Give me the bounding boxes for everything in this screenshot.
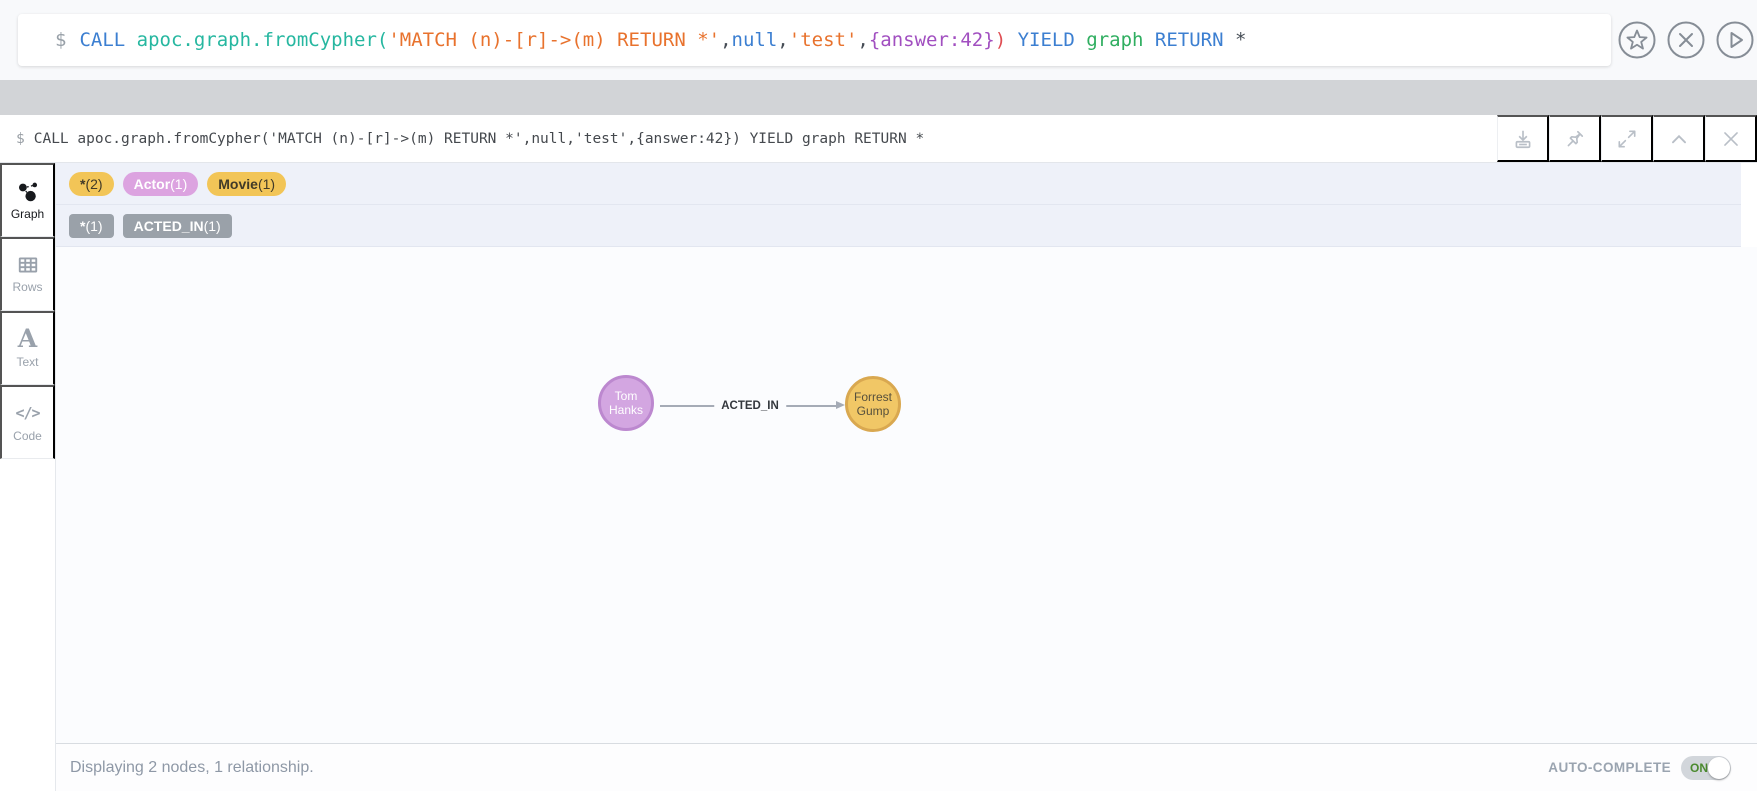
editor-query: CALL apoc.graph.fromCypher('MATCH (n)-[r… bbox=[79, 29, 1246, 51]
node-label-pill[interactable]: Actor(1) bbox=[123, 172, 199, 196]
star-icon bbox=[1617, 20, 1657, 60]
graph-view: *(2) Actor(1) Movie(1) *(1) ACTED_IN(1) ACT… bbox=[56, 163, 1757, 791]
download-icon bbox=[1512, 128, 1534, 150]
graph-canvas[interactable]: ACTED_IN Tom Hanks Forrest Gump bbox=[56, 247, 1757, 743]
code-token: null bbox=[732, 29, 778, 51]
expand-icon bbox=[1616, 128, 1638, 150]
graph-icon bbox=[16, 181, 39, 202]
tab-label: Graph bbox=[11, 207, 44, 221]
close-frame-button[interactable] bbox=[1705, 115, 1757, 162]
result-summary: Displaying 2 nodes, 1 relationship. bbox=[70, 759, 314, 777]
code-token: YIELD bbox=[1018, 29, 1075, 51]
node-caption-line: Gump bbox=[857, 404, 890, 418]
relationship-arrowhead bbox=[836, 401, 845, 409]
play-icon bbox=[1715, 20, 1755, 60]
code-token bbox=[1075, 29, 1086, 51]
node-label-pill[interactable]: Movie(1) bbox=[207, 172, 286, 196]
auto-complete-label: AUTO-COMPLETE bbox=[1548, 760, 1671, 775]
code-token: , bbox=[720, 29, 731, 51]
pin-button[interactable] bbox=[1549, 115, 1601, 162]
frame-query-text[interactable]: CALL apoc.graph.fromCypher('MATCH (n)-[r… bbox=[34, 131, 924, 147]
toggle-state-text: ON bbox=[1690, 761, 1708, 775]
rows-icon bbox=[17, 255, 39, 275]
toggle-knob bbox=[1708, 757, 1730, 779]
node-caption-line: Tom bbox=[615, 389, 638, 403]
tab-label: Code bbox=[13, 429, 42, 443]
run-query-button[interactable] bbox=[1715, 20, 1755, 60]
auto-complete-control: AUTO-COMPLETE ON bbox=[1548, 756, 1731, 780]
result-frame: $ CALL apoc.graph.fromCypher('MATCH (n)-… bbox=[0, 115, 1757, 791]
code-token: RETURN bbox=[1155, 29, 1224, 51]
collapse-button[interactable] bbox=[1653, 115, 1705, 162]
node-caption-line: Hanks bbox=[609, 403, 643, 417]
editor-prompt: $ bbox=[55, 29, 66, 51]
editor-actions bbox=[1617, 20, 1755, 60]
top-section: $ CALL apoc.graph.fromCypher('MATCH (n)-… bbox=[0, 0, 1757, 115]
view-sidebar: Graph Rows A Text </> Code bbox=[0, 163, 56, 791]
code-token: apoc.graph.fromCypher bbox=[137, 29, 377, 51]
close-circle-icon bbox=[1666, 20, 1706, 60]
graph-node-tom-hanks[interactable]: Tom Hanks bbox=[598, 375, 654, 431]
tab-rows[interactable]: Rows bbox=[0, 237, 55, 311]
code-token bbox=[1006, 29, 1017, 51]
code-token: {answer:42} bbox=[869, 29, 995, 51]
code-token: , bbox=[857, 29, 868, 51]
cypher-editor-input[interactable]: $ CALL apoc.graph.fromCypher('MATCH (n)-… bbox=[18, 14, 1611, 66]
fullscreen-button[interactable] bbox=[1601, 115, 1653, 162]
status-bar: Displaying 2 nodes, 1 relationship. AUTO… bbox=[56, 743, 1757, 791]
close-icon bbox=[1720, 128, 1742, 150]
relationship-type-pill[interactable]: ACTED_IN(1) bbox=[123, 214, 232, 238]
chevron-up-icon bbox=[1668, 128, 1690, 150]
code-token: CALL bbox=[79, 29, 125, 51]
code-token: 'test' bbox=[789, 29, 858, 51]
code-token: ( bbox=[377, 29, 388, 51]
relationship-type-pill[interactable]: *(1) bbox=[69, 214, 114, 238]
node-label-pill[interactable]: *(2) bbox=[69, 172, 114, 196]
node-labels-row: *(2) Actor(1) Movie(1) bbox=[56, 163, 1741, 205]
tab-label: Rows bbox=[12, 280, 42, 294]
code-token: ) bbox=[995, 29, 1006, 51]
tab-code[interactable]: </> Code bbox=[0, 385, 55, 459]
background-band bbox=[0, 80, 1757, 115]
tab-graph[interactable]: Graph bbox=[0, 163, 55, 237]
relationship-label[interactable]: ACTED_IN bbox=[714, 400, 786, 412]
tab-label: Text bbox=[16, 355, 38, 369]
clear-editor-button[interactable] bbox=[1666, 20, 1706, 60]
frame-actions bbox=[1497, 115, 1757, 162]
node-caption-line: Forrest bbox=[854, 390, 892, 404]
code-token: graph bbox=[1086, 29, 1143, 51]
graph-node-forrest-gump[interactable]: Forrest Gump bbox=[845, 376, 901, 432]
frame-header: $ CALL apoc.graph.fromCypher('MATCH (n)-… bbox=[0, 115, 1757, 163]
code-token bbox=[125, 29, 136, 51]
pin-icon bbox=[1564, 128, 1586, 150]
relationship-types-row: *(1) ACTED_IN(1) bbox=[56, 205, 1741, 247]
code-token: 'MATCH (n)-[r]->(m) RETURN *' bbox=[388, 29, 720, 51]
tab-text[interactable]: A Text bbox=[0, 311, 55, 385]
code-token: , bbox=[777, 29, 788, 51]
frame-body: Graph Rows A Text </> Code *(2) Actor(1) M… bbox=[0, 163, 1757, 791]
download-button[interactable] bbox=[1497, 115, 1549, 162]
code-token bbox=[1143, 29, 1154, 51]
code-token: * bbox=[1235, 29, 1246, 51]
frame-prompt: $ bbox=[16, 131, 25, 147]
code-token bbox=[1224, 29, 1235, 51]
text-icon: A bbox=[18, 328, 37, 350]
auto-complete-toggle[interactable]: ON bbox=[1681, 756, 1731, 780]
code-icon: </> bbox=[15, 402, 39, 424]
favorite-star-button[interactable] bbox=[1617, 20, 1657, 60]
